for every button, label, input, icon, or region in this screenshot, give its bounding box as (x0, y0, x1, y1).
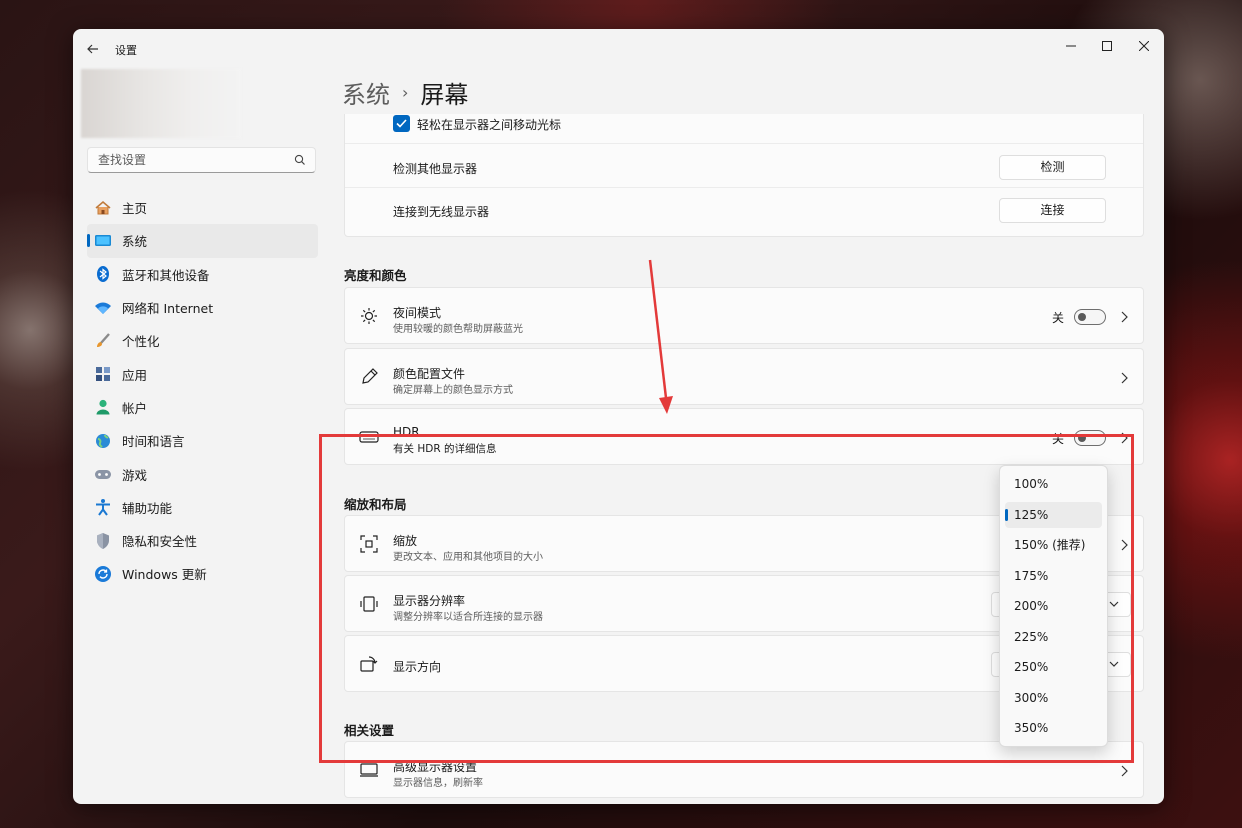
sidebar-item-apps[interactable]: 应用 (87, 357, 318, 390)
gamepad-icon (94, 465, 112, 483)
maximize-icon (1102, 41, 1112, 51)
sidebar-nav: 主页 系统 蓝牙和其他设备 网络和 Internet 个性化 应用 帐户 时间和… (87, 191, 318, 591)
chevron-right-icon (1121, 311, 1128, 323)
system-icon (94, 232, 112, 250)
arrow-left-icon (87, 44, 98, 54)
sidebar-item-personalization[interactable]: 个性化 (87, 324, 318, 357)
annotation-arrow-icon (648, 259, 673, 414)
search-box[interactable] (87, 147, 316, 173)
accessibility-icon (94, 498, 112, 516)
sidebar-item-label: 个性化 (122, 334, 160, 350)
annotation-highlight-box (319, 434, 1134, 763)
title-bar: 设置 (73, 29, 1164, 69)
night-mode-toggle[interactable] (1074, 309, 1106, 325)
sidebar-item-label: 应用 (122, 367, 148, 383)
breadcrumb: 系统 › 屏幕 (342, 75, 468, 110)
bluetooth-icon (94, 265, 112, 283)
checkmark-icon (396, 119, 407, 128)
color-profile-row[interactable]: 颜色配置文件 确定屏幕上的颜色显示方式 (344, 348, 1144, 405)
color-profile-title: 颜色配置文件 (393, 367, 466, 381)
globe-icon (94, 432, 112, 450)
sidebar-item-label: 隐私和安全性 (122, 534, 198, 550)
chevron-right-icon (1121, 765, 1128, 777)
sidebar-item-system[interactable]: 系统 (87, 224, 318, 258)
close-icon (1139, 41, 1149, 51)
monitor-icon (360, 763, 378, 777)
home-icon (94, 199, 112, 217)
detect-button[interactable]: 检测 (999, 155, 1106, 180)
pen-icon (362, 368, 378, 384)
search-icon[interactable] (293, 153, 307, 167)
advanced-display-subtitle: 显示器信息，刷新率 (393, 778, 483, 789)
apps-icon (94, 365, 112, 383)
sidebar-item-accessibility[interactable]: 辅助功能 (87, 491, 318, 524)
wireless-display-label: 连接到无线显示器 (393, 205, 490, 219)
sidebar-item-network[interactable]: 网络和 Internet (87, 291, 318, 324)
sidebar-item-label: 帐户 (122, 400, 148, 416)
divider (345, 143, 1143, 144)
sidebar-item-label: 主页 (122, 201, 148, 217)
update-icon (94, 565, 112, 583)
breadcrumb-parent[interactable]: 系统 (342, 75, 390, 110)
close-button[interactable] (1126, 33, 1162, 59)
night-mode-title: 夜间模式 (393, 306, 442, 320)
sidebar-item-label: 时间和语言 (122, 434, 185, 450)
breadcrumb-separator: › (402, 83, 409, 102)
night-mode-row[interactable]: 夜间模式 使用较暖的颜色帮助屏蔽蓝光 关 (344, 287, 1144, 344)
sidebar-item-label: 辅助功能 (122, 500, 173, 516)
brightness-section-heading: 亮度和颜色 (344, 268, 407, 283)
sidebar-item-time-language[interactable]: 时间和语言 (87, 424, 318, 457)
sidebar-item-home[interactable]: 主页 (87, 191, 318, 224)
profile-avatar[interactable] (81, 69, 241, 138)
account-icon (94, 398, 112, 416)
detect-displays-label: 检测其他显示器 (393, 162, 478, 176)
wifi-icon (94, 299, 112, 317)
sidebar-item-label: 蓝牙和其他设备 (122, 267, 210, 283)
maximize-button[interactable] (1089, 33, 1125, 59)
color-profile-subtitle: 确定屏幕上的颜色显示方式 (393, 385, 513, 396)
move-cursor-label: 轻松在显示器之间移动光标 (417, 118, 562, 132)
chevron-right-icon (1121, 372, 1128, 384)
minimize-icon (1066, 45, 1076, 47)
brush-icon (94, 332, 112, 350)
night-mode-state: 关 (1052, 311, 1065, 325)
search-input[interactable] (96, 152, 290, 168)
page-title: 屏幕 (420, 81, 469, 109)
sidebar-item-gaming[interactable]: 游戏 (87, 457, 318, 490)
minimize-button[interactable] (1053, 33, 1089, 59)
sun-icon (361, 308, 377, 324)
app-title: 设置 (115, 44, 137, 57)
sidebar-item-label: 游戏 (122, 467, 148, 483)
divider (345, 187, 1143, 188)
sidebar-item-privacy[interactable]: 隐私和安全性 (87, 524, 318, 557)
back-button[interactable] (83, 39, 103, 59)
shield-icon (94, 532, 112, 550)
night-mode-subtitle: 使用较暖的颜色帮助屏蔽蓝光 (393, 324, 523, 335)
connect-button[interactable]: 连接 (999, 198, 1106, 223)
move-cursor-checkbox[interactable] (393, 115, 410, 132)
sidebar-item-label: 网络和 Internet (122, 301, 214, 317)
sidebar-item-bluetooth[interactable]: 蓝牙和其他设备 (87, 258, 318, 291)
sidebar-item-label: 系统 (122, 234, 148, 250)
multi-display-card: 轻松在显示器之间移动光标 检测其他显示器 检测 连接到无线显示器 连接 (344, 114, 1144, 237)
sidebar-item-label: Windows 更新 (122, 567, 207, 583)
sidebar-item-windows-update[interactable]: Windows 更新 (87, 557, 318, 590)
sidebar-item-accounts[interactable]: 帐户 (87, 391, 318, 424)
